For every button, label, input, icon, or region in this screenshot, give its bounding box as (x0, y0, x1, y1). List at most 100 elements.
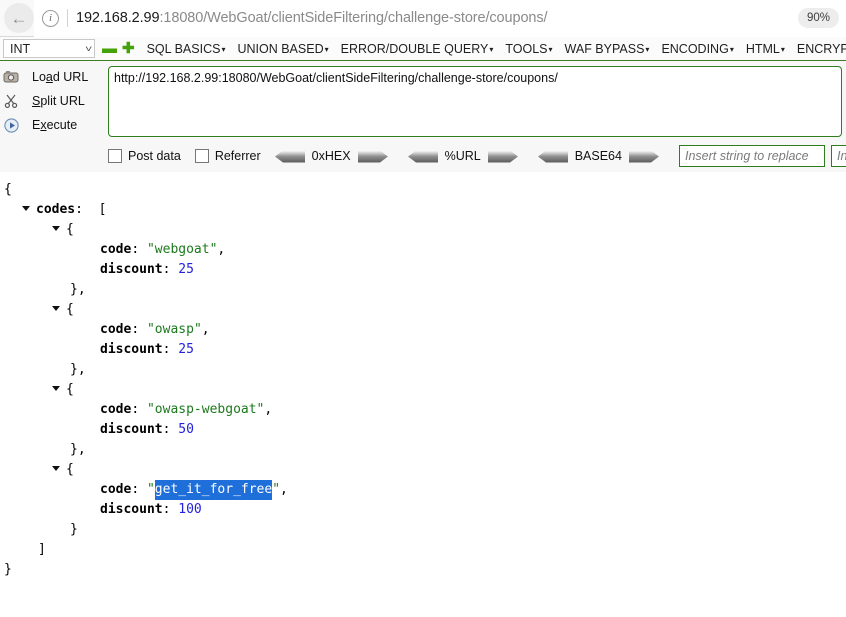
json-value-code-0[interactable]: webgoat (155, 240, 210, 260)
collapse-triangle-icon[interactable] (52, 226, 60, 231)
url-input-textarea[interactable]: http://192.168.2.99:18080/WebGoat/client… (108, 66, 842, 137)
json-object-open-2: { (0, 380, 846, 400)
json-value-code-3-selected[interactable]: get_it_for_free (154, 480, 273, 500)
menu-encryption[interactable]: ENCRYPTION▾ (797, 42, 846, 56)
encode-right-arrow-icon[interactable] (487, 150, 518, 163)
collapse-triangle-icon[interactable] (52, 466, 60, 471)
json-root-open: { (0, 180, 846, 200)
hackbar-options-row: Post data Referrer 0xHEX %URL BASE64 Ins… (108, 144, 846, 168)
decode-left-arrow-icon[interactable] (407, 150, 438, 163)
json-root-close-brace: } (4, 562, 12, 577)
json-colon: : (162, 342, 171, 357)
json-obj-open: { (66, 302, 74, 317)
encode-right-arrow-icon[interactable] (628, 150, 659, 163)
json-value-discount-1[interactable]: 25 (178, 340, 194, 360)
menu-sql-basics[interactable]: SQL BASICS▾ (147, 42, 226, 56)
menu-encoding[interactable]: ENCODING▾ (661, 42, 733, 56)
json-obj-open: { (66, 462, 74, 477)
execute-button[interactable]: Execute (0, 113, 103, 137)
json-colon: : (131, 322, 140, 337)
post-data-label: Post data (128, 149, 181, 163)
json-colon: : (162, 502, 171, 517)
chevron-down-icon: ▾ (780, 44, 785, 54)
json-code-row-3: code: " get_it_for_free ", (0, 480, 846, 500)
json-quote-open: " (146, 482, 155, 497)
decode-left-arrow-icon[interactable] (537, 150, 568, 163)
hex-label: 0xHEX (311, 149, 351, 163)
sql-type-value: INT (10, 41, 31, 56)
replace-with-input[interactable]: Insert rep (830, 145, 846, 167)
split-url-button[interactable]: Split URL (0, 89, 103, 113)
json-colon: : (131, 482, 140, 497)
json-array-close: ] (38, 542, 46, 557)
json-quote-close: " (256, 402, 265, 417)
json-value-discount-3[interactable]: 100 (178, 500, 201, 520)
referrer-checkbox[interactable]: Referrer (194, 149, 261, 163)
json-value-discount-0[interactable]: 25 (178, 260, 194, 280)
load-url-button[interactable]: Load URL (0, 65, 103, 89)
menu-encoding-label: ENCODING (661, 41, 729, 56)
json-key-code: code (100, 322, 132, 337)
load-url-icon (0, 70, 22, 84)
json-value-code-1[interactable]: owasp (155, 320, 194, 340)
load-url-label: Load URL (32, 70, 89, 84)
minus-icon[interactable]: ▬ (102, 41, 117, 56)
url-encode-label: %URL (444, 149, 481, 163)
json-quote-open: " (146, 322, 155, 337)
json-object-open-0: { (0, 220, 846, 240)
collapse-triangle-icon[interactable] (52, 306, 60, 311)
menu-tools-label: TOOLS (505, 41, 548, 56)
json-key-code: code (100, 402, 132, 417)
json-key-code: code (100, 242, 132, 257)
json-key-discount: discount (100, 422, 163, 437)
post-data-checkbox[interactable]: Post data (108, 149, 181, 163)
url-host: 192.168.2.99 (76, 10, 160, 26)
back-arrow-icon[interactable]: ← (4, 3, 34, 33)
json-obj-open: { (66, 382, 74, 397)
json-colon: : (162, 262, 171, 277)
menu-error-double-query[interactable]: ERROR/DOUBLE QUERY▾ (341, 42, 494, 56)
json-discount-row-3: discount: 100 (0, 500, 846, 520)
json-colon: : (131, 402, 140, 417)
play-icon (0, 117, 22, 133)
post-data-checkbox-box[interactable] (108, 149, 122, 163)
plus-icon[interactable]: ✚ (122, 41, 135, 56)
replace-find-input[interactable]: Insert string to replace (678, 145, 825, 167)
referrer-label: Referrer (214, 149, 261, 163)
json-obj-close-comma: }, (70, 282, 86, 297)
chevron-down-icon: ▾ (221, 44, 226, 54)
chevron-down-icon: ▾ (324, 44, 329, 54)
address-bar-text: 192.168.2.99:18080/WebGoat/clientSideFil… (76, 10, 548, 26)
menu-html[interactable]: HTML▾ (746, 42, 785, 56)
json-viewer: { codes: [ { code: " webgoat ", discount: … (0, 172, 846, 617)
json-key-discount: discount (100, 262, 163, 277)
json-discount-row-0: discount: 25 (0, 260, 846, 280)
json-object-close-1: }, (0, 360, 846, 380)
json-object-open-3: { (0, 460, 846, 480)
json-discount-row-1: discount: 25 (0, 340, 846, 360)
menu-tools[interactable]: TOOLS▾ (505, 42, 552, 56)
address-bar[interactable]: i 192.168.2.99:18080/WebGoat/clientSideF… (34, 0, 846, 37)
menu-union-based[interactable]: UNION BASED▾ (237, 42, 328, 56)
menu-waf-bypass-label: WAF BYPASS (564, 41, 645, 56)
referrer-checkbox-box[interactable] (194, 149, 209, 163)
json-discount-row-2: discount: 50 (0, 420, 846, 440)
sql-type-select[interactable]: INT ˅ (3, 39, 95, 58)
json-value-discount-2[interactable]: 50 (178, 420, 194, 440)
browser-toolbar: ← i 192.168.2.99:18080/WebGoat/clientSid… (0, 0, 846, 37)
json-value-code-2[interactable]: owasp-webgoat (155, 400, 257, 420)
collapse-triangle-icon[interactable] (22, 206, 30, 211)
hackbar-menubar: INT ˅ ▬ ✚ SQL BASICS▾ UNION BASED▾ ERROR… (0, 37, 846, 60)
zoom-level-badge[interactable]: 90% (797, 8, 839, 28)
menu-error-double-query-label: ERROR/DOUBLE QUERY (340, 41, 489, 56)
base64-encoder-group: BASE64 (537, 149, 659, 163)
encode-right-arrow-icon[interactable] (357, 150, 388, 163)
menu-waf-bypass[interactable]: WAF BYPASS▾ (565, 42, 650, 56)
menu-union-based-label: UNION BASED (237, 41, 324, 56)
split-url-label: Split URL (32, 94, 85, 108)
json-comma: , (201, 322, 210, 337)
json-key-code: code (100, 482, 132, 497)
decode-left-arrow-icon[interactable] (274, 150, 305, 163)
site-info-icon[interactable]: i (42, 9, 59, 27)
collapse-triangle-icon[interactable] (52, 386, 60, 391)
